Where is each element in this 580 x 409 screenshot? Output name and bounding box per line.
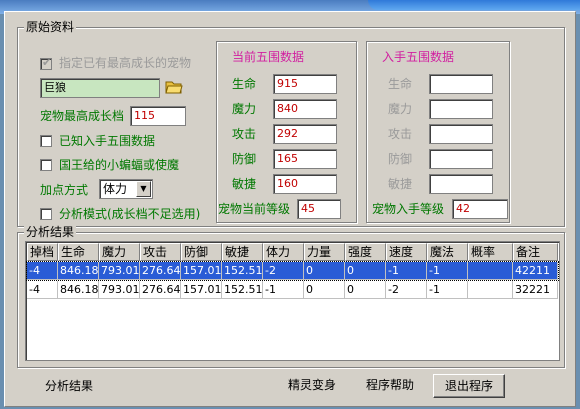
col-header[interactable]: 强度	[345, 243, 386, 261]
table-cell: 0	[304, 262, 345, 280]
table-cell: 152.51	[222, 281, 263, 299]
acquired-attack-label: 攻击	[388, 127, 413, 141]
col-header[interactable]: 攻击	[140, 243, 181, 261]
current-mp-field[interactable]: 840	[273, 99, 337, 119]
bonus-select-value: 体力	[103, 182, 128, 196]
help-button[interactable]: 程序帮助	[355, 374, 425, 398]
acquired-defense-field[interactable]	[429, 149, 493, 169]
current-agility-field[interactable]: 160	[273, 174, 337, 194]
current-defense-label: 防御	[232, 152, 257, 166]
analysis-mode-label: 分析模式(成长档不足选用)	[59, 207, 201, 221]
table-cell: 276.64	[140, 262, 181, 280]
acquired-hp-label: 生命	[388, 77, 413, 91]
acquired-mp-label: 魔力	[388, 102, 413, 116]
spirit-transform-button[interactable]: 精灵变身	[277, 374, 347, 398]
current-defense-field[interactable]: 165	[273, 149, 337, 169]
table-cell	[468, 262, 513, 280]
table-cell: -4	[27, 262, 58, 280]
table-cell: 276.64	[140, 281, 181, 299]
known-stats-checkbox[interactable]	[40, 135, 52, 147]
table-cell	[468, 281, 513, 299]
col-header[interactable]: 防御	[181, 243, 222, 261]
main-window: 原始资料 ✔ 指定已有最高成长的宠物 巨狼 宠物最高成长档 115 已知入手五围…	[4, 11, 576, 407]
table-cell: -1	[427, 281, 468, 299]
results-table-header: 掉档 生命 魔力 攻击 防御 敏捷 体力 力量 强度 速度 魔法 概率 备注	[27, 243, 558, 261]
table-cell: 32221	[513, 281, 558, 299]
col-header[interactable]: 魔力	[99, 243, 140, 261]
current-level-label: 宠物当前等级	[218, 202, 291, 216]
analysis-mode-checkbox[interactable]	[40, 208, 52, 220]
king-bat-checkbox[interactable]	[40, 159, 52, 171]
table-cell: 0	[345, 262, 386, 280]
check-icon: ✔	[42, 56, 52, 69]
max-growth-label: 宠物最高成长档	[40, 109, 125, 123]
original-data-legend: 原始资料	[24, 20, 77, 34]
exit-button[interactable]: 退出程序	[433, 374, 505, 398]
table-cell: -4	[27, 281, 58, 299]
title-bar-cap	[368, 0, 580, 10]
original-data-group: 原始资料 ✔ 指定已有最高成长的宠物 巨狼 宠物最高成长档 115 已知入手五围…	[17, 20, 565, 227]
bonus-label: 加点方式	[40, 183, 89, 197]
col-header[interactable]: 魔法	[427, 243, 468, 261]
table-cell: -1	[263, 281, 304, 299]
acquired-stats-group: 入手五围数据 生命 魔力 攻击 防御 敏捷 宠物入手等级 42	[366, 41, 510, 223]
status-text: 分析结果	[45, 379, 94, 393]
table-cell: -1	[386, 262, 427, 280]
table-cell: 157.01	[181, 262, 222, 280]
table-cell: 152.51	[222, 262, 263, 280]
col-header[interactable]: 体力	[263, 243, 304, 261]
current-attack-label: 攻击	[232, 127, 257, 141]
col-header[interactable]: 力量	[304, 243, 345, 261]
analysis-legend: 分析结果	[24, 225, 77, 239]
table-cell: 0	[345, 281, 386, 299]
table-cell: 846.18	[58, 262, 99, 280]
table-cell: 793.01	[99, 262, 140, 280]
current-mp-label: 魔力	[232, 102, 257, 116]
folder-open-icon[interactable]	[165, 79, 183, 95]
current-agility-label: 敏捷	[232, 177, 257, 191]
table-cell: 793.01	[99, 281, 140, 299]
acquired-stats-title: 入手五围数据	[382, 50, 455, 64]
col-header[interactable]: 备注	[513, 243, 558, 261]
bonus-select[interactable]: 体力 ▼	[99, 179, 153, 199]
acquired-mp-field[interactable]	[429, 99, 493, 119]
max-growth-checkbox[interactable]: ✔	[40, 56, 52, 70]
current-hp-label: 生命	[232, 77, 257, 91]
table-row[interactable]: -4 846.18 793.01 276.64 157.01 152.51 -1…	[27, 281, 558, 299]
current-attack-field[interactable]: 292	[273, 124, 337, 144]
table-cell: 157.01	[181, 281, 222, 299]
acquired-level-field[interactable]: 42	[452, 199, 508, 219]
acquired-agility-label: 敏捷	[388, 177, 413, 191]
col-header[interactable]: 概率	[468, 243, 513, 261]
acquired-level-label: 宠物入手等级	[372, 202, 445, 216]
acquired-agility-field[interactable]	[429, 174, 493, 194]
table-cell: -2	[263, 262, 304, 280]
acquired-attack-field[interactable]	[429, 124, 493, 144]
current-stats-title: 当前五围数据	[232, 50, 305, 64]
known-stats-label: 已知入手五围数据	[59, 134, 156, 148]
acquired-defense-label: 防御	[388, 152, 413, 166]
table-cell: -1	[427, 262, 468, 280]
table-cell: 0	[304, 281, 345, 299]
col-header[interactable]: 速度	[386, 243, 427, 261]
col-header[interactable]: 敏捷	[222, 243, 263, 261]
col-header[interactable]: 掉档	[27, 243, 58, 261]
current-level-field[interactable]: 45	[297, 199, 341, 219]
acquired-hp-field[interactable]	[429, 74, 493, 94]
pet-name-field[interactable]: 巨狼	[40, 78, 160, 98]
max-growth-check-label: 指定已有最高成长的宠物	[59, 56, 192, 70]
table-cell: 846.18	[58, 281, 99, 299]
col-header[interactable]: 生命	[58, 243, 99, 261]
current-stats-group: 当前五围数据 生命 915 魔力 840 攻击 292 防御 165 敏捷 16…	[216, 41, 357, 223]
chevron-down-icon[interactable]: ▼	[136, 181, 151, 197]
results-table: 掉档 生命 魔力 攻击 防御 敏捷 体力 力量 强度 速度 魔法 概率 备注 -…	[25, 241, 560, 361]
king-bat-label: 国王给的小蝙蝠或使魔	[59, 158, 180, 172]
table-row[interactable]: -4 846.18 793.01 276.64 157.01 152.51 -2…	[26, 261, 559, 281]
table-cell: 42211	[513, 262, 558, 280]
max-growth-field[interactable]: 115	[130, 106, 186, 126]
table-cell: -2	[386, 281, 427, 299]
current-hp-field[interactable]: 915	[273, 74, 337, 94]
